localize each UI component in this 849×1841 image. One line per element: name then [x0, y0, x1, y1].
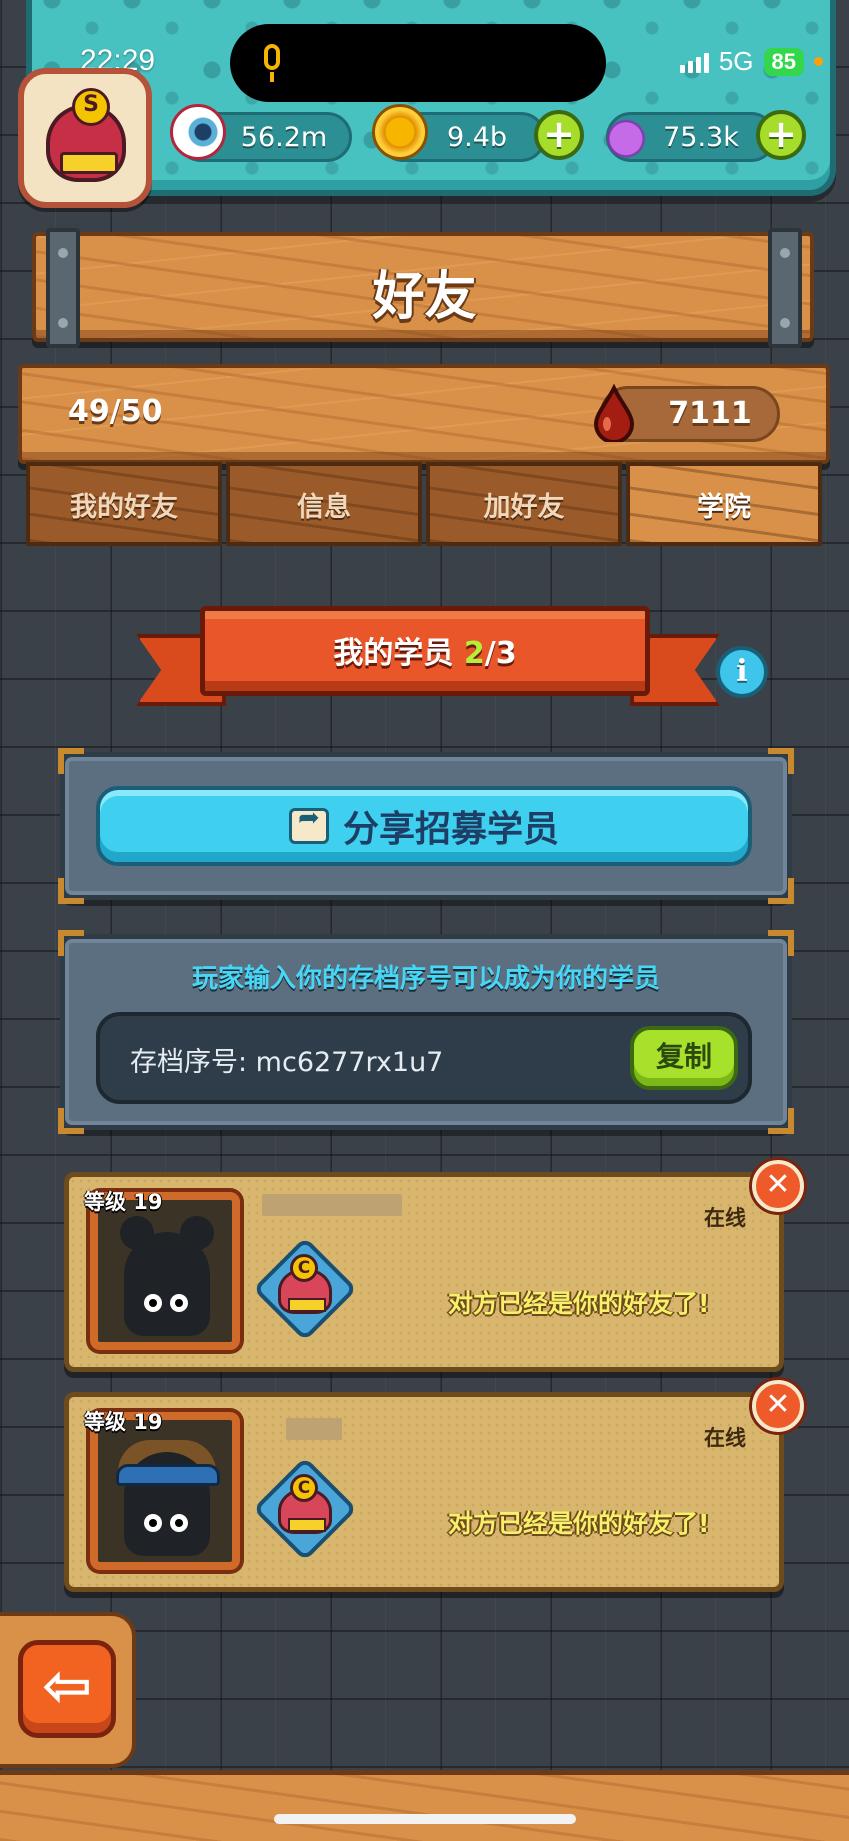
signal-icon [679, 51, 709, 73]
avatar-rank-badge: S [72, 88, 110, 126]
friend-count: 49/50 [68, 394, 163, 429]
critter-icon [124, 1232, 210, 1336]
rank-badge: C [290, 1254, 318, 1282]
critter-eye [170, 1514, 188, 1532]
rank-teeth [288, 1298, 326, 1312]
copy-button[interactable]: 复制 [630, 1026, 738, 1090]
critter-eye [170, 1294, 188, 1312]
panel-corner [58, 878, 84, 904]
coins-value: 9.4b [446, 121, 508, 153]
ribbon-title: 我的学员 [333, 636, 464, 671]
bottom-wood-bar [0, 1770, 849, 1841]
page-title: 好友 [372, 267, 477, 327]
player-avatar[interactable]: S [18, 68, 152, 208]
potion-icon [598, 104, 654, 160]
save-code-hint: 玩家输入你的存档序号可以成为你的学员 [191, 964, 660, 994]
tab-add-friend[interactable]: 加好友 [426, 462, 622, 546]
online-status: 在线 [704, 1426, 746, 1450]
share-recruit-button[interactable]: 分享招募学员 [96, 786, 752, 866]
eyeball-icon [170, 104, 226, 160]
add-potions-button[interactable]: + [756, 110, 806, 160]
dynamic-island [230, 24, 606, 102]
home-indicator[interactable] [274, 1814, 576, 1824]
critter-cap [116, 1464, 220, 1486]
student-level: 等级 19 [84, 1410, 163, 1434]
ribbon-total-count: /3 [484, 636, 517, 671]
network-label: 5G [718, 46, 754, 76]
remove-student-button[interactable]: ✕ [752, 1160, 804, 1212]
add-coins-button[interactable]: + [534, 110, 584, 160]
blood-value: 7111 [668, 396, 752, 431]
panel-corner [768, 748, 794, 774]
ribbon-current-count: 2 [463, 636, 485, 671]
info-button[interactable]: i [716, 646, 768, 698]
panel-corner [768, 930, 794, 956]
tab-messages[interactable]: 信息 [226, 462, 422, 546]
remove-student-button[interactable]: ✕ [752, 1380, 804, 1432]
battery-indicator: 85 [763, 47, 804, 76]
microphone-icon [264, 44, 280, 70]
coin-icon [372, 104, 428, 160]
online-status: 在线 [704, 1206, 746, 1230]
panel-corner [768, 878, 794, 904]
avatar-teeth [60, 152, 118, 174]
student-name-redacted [262, 1194, 402, 1216]
share-icon [288, 803, 329, 844]
rank-teeth [288, 1518, 326, 1532]
friends-tabs: 我的好友 信息 加好友 学院 [26, 462, 822, 546]
back-button[interactable]: ⇦ [18, 1640, 116, 1738]
already-friend-message: 对方已经是你的好友了! [448, 1509, 710, 1538]
panel-corner [58, 1108, 84, 1134]
student-level: 等级 19 [84, 1190, 163, 1214]
status-indicators: 5G 85 [679, 46, 823, 77]
critter-eye [144, 1514, 162, 1532]
tab-academy[interactable]: 学院 [626, 462, 822, 546]
already-friend-message: 对方已经是你的好友了! [448, 1289, 710, 1318]
potions-value: 75.3k [663, 121, 739, 153]
students-ribbon-label: 我的学员 2/3 [200, 628, 650, 672]
eyes-value: 56.2m [240, 121, 328, 153]
critter-eye [144, 1294, 162, 1312]
student-name-redacted [286, 1418, 342, 1440]
privacy-dot [814, 57, 823, 66]
panel-corner [768, 1108, 794, 1134]
share-recruit-label: 分享招募学员 [342, 809, 559, 850]
tab-my-friends[interactable]: 我的好友 [26, 462, 222, 546]
save-code-text: 存档序号: mc6277rx1u7 [130, 1047, 444, 1078]
blood-drop-icon [593, 384, 635, 442]
microphone-stand [270, 72, 274, 82]
panel-corner [58, 748, 84, 774]
rank-badge: C [290, 1474, 318, 1502]
panel-corner [58, 930, 84, 956]
